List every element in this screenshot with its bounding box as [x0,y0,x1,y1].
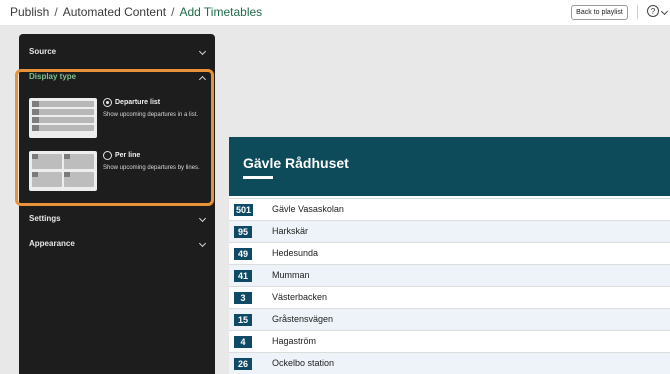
section-settings[interactable]: Settings [19,210,215,230]
destination: Hedesunda [272,248,319,258]
table-row: 95 Harkskär [229,220,670,242]
header-divider [637,5,638,19]
per-line-title: Per line [115,152,141,159]
table-row: 3 Västerbacken [229,286,670,308]
stop-name: Gävle Rådhuset [243,155,349,171]
chevron-down-icon[interactable] [660,7,669,16]
top-bar: Publish / Automated Content / Add Timetables… [0,0,670,25]
destination: Västerbacken [272,292,328,302]
destination: Hagaström [272,336,317,346]
departure-list-radio[interactable] [103,98,112,107]
help-icon[interactable]: ? [647,5,659,17]
section-source[interactable]: Source [19,43,215,63]
section-source-label: Source [29,47,57,56]
breadcrumb-publish[interactable]: Publish [10,5,49,19]
line-number-badge: 41 [234,270,252,282]
table-row: 501 Gävle Vasaskolan [229,198,670,220]
title-underline [243,176,273,179]
breadcrumb: Publish / Automated Content / Add Timetables [10,5,262,19]
table-row: 49 Hedesunda [229,242,670,264]
chevron-down-icon [198,239,207,248]
destination: Harkskär [272,226,309,236]
timetable-header: Gävle Rådhuset [229,137,670,196]
line-number-badge: 95 [234,226,252,238]
breadcrumb-add-timetables: Add Timetables [179,5,263,19]
destination: Mumman [272,270,310,280]
breadcrumb-separator: / [171,5,175,19]
line-number-badge: 49 [234,248,252,260]
chevron-down-icon [198,47,207,56]
chevron-down-icon [198,214,207,223]
breadcrumb-separator: / [54,5,58,19]
section-settings-label: Settings [29,214,61,223]
line-number-badge: 15 [234,314,252,326]
line-number-badge: 3 [234,292,252,304]
table-row: 41 Mumman [229,264,670,286]
destination: Ockelbo station [272,358,335,368]
timetable-preview: Gävle Rådhuset 501 Gävle Vasaskolan 95 H… [229,137,670,374]
table-row: 15 Gråstensvägen [229,308,670,330]
line-number-badge: 501 [234,204,254,216]
section-appearance-label: Appearance [29,239,75,248]
section-appearance[interactable]: Appearance [19,235,215,255]
table-row: 4 Hagaström [229,330,670,352]
table-row: 26 Ockelbo station [229,352,670,374]
per-line-description: Show upcoming departures by lines. [103,165,200,171]
departure-list-title: Departure list [115,99,161,106]
departure-list-preview[interactable] [29,98,97,138]
line-number-badge: 26 [234,358,252,370]
departure-list-description: Show upcoming departures in a list. [103,112,199,118]
back-to-playlist-button[interactable]: Back to playlist [571,5,628,20]
destination: Gråstensvägen [272,314,334,324]
breadcrumb-automated-content[interactable]: Automated Content [63,5,166,19]
per-line-preview[interactable] [29,151,97,191]
destination: Gävle Vasaskolan [272,204,344,214]
line-number-badge: 4 [234,336,252,348]
per-line-radio[interactable] [103,151,112,160]
